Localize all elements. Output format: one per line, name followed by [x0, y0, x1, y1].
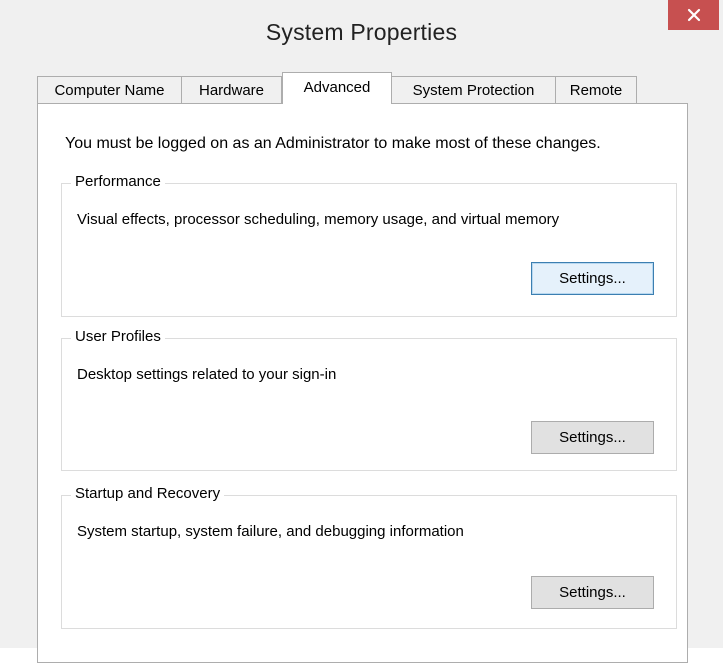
administrator-notice: You must be logged on as an Administrato…: [65, 135, 601, 152]
performance-settings-button[interactable]: Settings...: [531, 262, 654, 295]
close-icon: [687, 8, 700, 22]
title-bar[interactable]: System Properties: [0, 0, 723, 66]
user-profiles-settings-button[interactable]: Settings...: [531, 421, 654, 454]
startup-recovery-group: Startup and Recovery System startup, sys…: [61, 485, 677, 629]
startup-recovery-description: System startup, system failure, and debu…: [77, 523, 464, 540]
tab-computer-name[interactable]: Computer Name: [37, 76, 182, 103]
tab-advanced[interactable]: Advanced: [282, 72, 392, 104]
performance-description: Visual effects, processor scheduling, me…: [77, 211, 560, 228]
tab-remote[interactable]: Remote: [555, 76, 637, 103]
user-profiles-legend: User Profiles: [71, 328, 165, 345]
advanced-tab-panel: You must be logged on as an Administrato…: [37, 103, 688, 663]
system-properties-window: System Properties Computer Name Hardware…: [0, 0, 723, 663]
tab-system-protection[interactable]: System Protection: [391, 76, 556, 103]
tab-hardware[interactable]: Hardware: [181, 76, 282, 103]
window-title: System Properties: [265, 19, 458, 45]
user-profiles-description: Desktop settings related to your sign-in: [77, 366, 337, 383]
performance-group: Performance Visual effects, processor sc…: [61, 173, 677, 317]
startup-recovery-settings-button[interactable]: Settings...: [531, 576, 654, 609]
close-button[interactable]: [668, 0, 719, 30]
performance-legend: Performance: [71, 173, 165, 190]
startup-recovery-legend: Startup and Recovery: [71, 485, 225, 502]
user-profiles-group: User Profiles Desktop settings related t…: [61, 328, 677, 471]
